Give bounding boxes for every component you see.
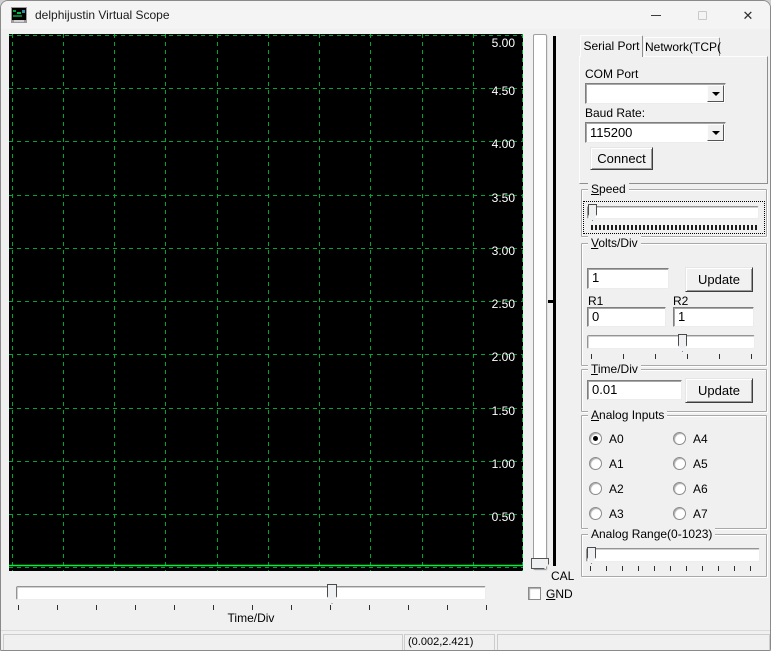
status-panel-left <box>3 634 403 650</box>
close-button[interactable]: ✕ <box>725 1 770 29</box>
analog-inputs-group-label: Analog Inputs <box>588 408 668 422</box>
y-axis-label: 3.00 <box>491 244 515 258</box>
r-range-slider-track[interactable] <box>587 335 755 349</box>
y-axis-label: 3.50 <box>491 191 515 205</box>
analog-range-slider-track[interactable] <box>586 548 760 562</box>
time-div-update-button[interactable]: Update <box>685 378 753 403</box>
minimize-icon <box>651 14 661 16</box>
radio-a0-label: A0 <box>609 432 624 446</box>
app-window: delphijustin Virtual Scope ✕ 5.00 4.50 4… <box>0 0 771 651</box>
status-panel-right <box>497 634 770 650</box>
baud-rate-combobox[interactable]: 115200 <box>585 122 726 143</box>
volts-div-update-button[interactable]: Update <box>685 267 753 292</box>
scope-display[interactable]: 5.00 4.50 4.00 3.50 3.00 2.50 2.00 1.50 … <box>9 34 523 571</box>
timediv-slider-track[interactable] <box>16 586 486 600</box>
r2-label: R2 <box>673 294 689 308</box>
com-port-combobox[interactable] <box>585 83 726 104</box>
r-range-slider-ticks <box>591 354 754 359</box>
y-axis-label: 4.00 <box>491 137 515 151</box>
radio-a5-label: A5 <box>693 457 708 471</box>
gnd-label: GND <box>546 587 573 601</box>
y-axis-label: 1.00 <box>491 457 515 471</box>
time-div-group-label: Time/Div <box>588 362 641 376</box>
maximize-icon <box>697 10 707 20</box>
cal-slider-track[interactable] <box>533 34 547 570</box>
radio-a7[interactable] <box>673 507 686 520</box>
y-axis-label: 0.50 <box>491 510 515 524</box>
speed-slider-track[interactable] <box>587 206 759 219</box>
y-axis-label: 5.00 <box>491 36 515 50</box>
radio-a0[interactable] <box>589 432 602 445</box>
volts-div-group-label: Volts/Div <box>588 236 641 250</box>
baud-rate-label: Baud Rate: <box>585 106 646 120</box>
chevron-down-icon <box>711 91 720 96</box>
radio-a5[interactable] <box>673 457 686 470</box>
status-bar: (0.002,2.421) <box>1 630 770 650</box>
radio-a3[interactable] <box>589 507 602 520</box>
scope-grid <box>9 34 523 571</box>
r1-label: R1 <box>588 294 604 308</box>
y-axis-label: 4.50 <box>491 84 515 98</box>
volts-div-input[interactable]: 1 <box>587 268 669 289</box>
r2-input[interactable]: 1 <box>673 307 754 327</box>
window-title: delphijustin Virtual Scope <box>35 8 170 22</box>
cal-label: CAL <box>551 569 575 583</box>
oscilloscope-app-icon <box>11 7 27 23</box>
close-icon: ✕ <box>742 7 754 23</box>
radio-a6[interactable] <box>673 482 686 495</box>
speed-group-label: Speed <box>588 182 629 196</box>
y-axis-label: 2.50 <box>491 297 515 311</box>
radio-a1-label: A1 <box>609 457 624 471</box>
maximize-button[interactable] <box>679 1 725 29</box>
status-panel-coordinates: (0.002,2.421) <box>404 634 495 650</box>
y-axis-label: 1.50 <box>491 404 515 418</box>
timediv-slider-label: Time/Div <box>227 611 275 625</box>
radio-a3-label: A3 <box>609 507 624 521</box>
radio-a7-label: A7 <box>693 507 708 521</box>
chevron-down-icon <box>711 130 720 135</box>
baud-rate-value: 115200 <box>590 125 633 140</box>
minimize-button[interactable] <box>633 1 679 29</box>
gnd-checkbox[interactable] <box>528 587 541 600</box>
radio-a2-label: A2 <box>609 482 624 496</box>
y-axis-label: 2.00 <box>491 350 515 364</box>
title-bar: delphijustin Virtual Scope ✕ <box>1 1 770 29</box>
radio-a1[interactable] <box>589 457 602 470</box>
com-port-label: COM Port <box>585 67 639 81</box>
connect-button[interactable]: Connect <box>590 147 653 170</box>
tab-serial-port[interactable]: Serial Port <box>580 35 643 57</box>
cal-slider-mid-tick <box>548 300 553 303</box>
com-port-dropdown-button[interactable] <box>707 85 724 102</box>
r1-input[interactable]: 0 <box>587 307 666 327</box>
speed-slider-ticks <box>591 225 757 230</box>
timediv-slider-thumb[interactable] <box>327 584 337 604</box>
timediv-slider-ticks <box>18 605 488 610</box>
analog-range-slider-ticks <box>590 566 760 571</box>
cal-slider-ticks <box>553 36 556 566</box>
time-div-input[interactable]: 0.01 <box>587 380 682 400</box>
baud-rate-dropdown-button[interactable] <box>707 124 724 141</box>
radio-a6-label: A6 <box>693 482 708 496</box>
radio-a2[interactable] <box>589 482 602 495</box>
tab-network-tcp[interactable]: Network(TCP( <box>644 37 721 56</box>
analog-range-group-label: Analog Range(0-1023) <box>588 527 716 541</box>
radio-a4-label: A4 <box>693 432 708 446</box>
radio-a4[interactable] <box>673 432 686 445</box>
